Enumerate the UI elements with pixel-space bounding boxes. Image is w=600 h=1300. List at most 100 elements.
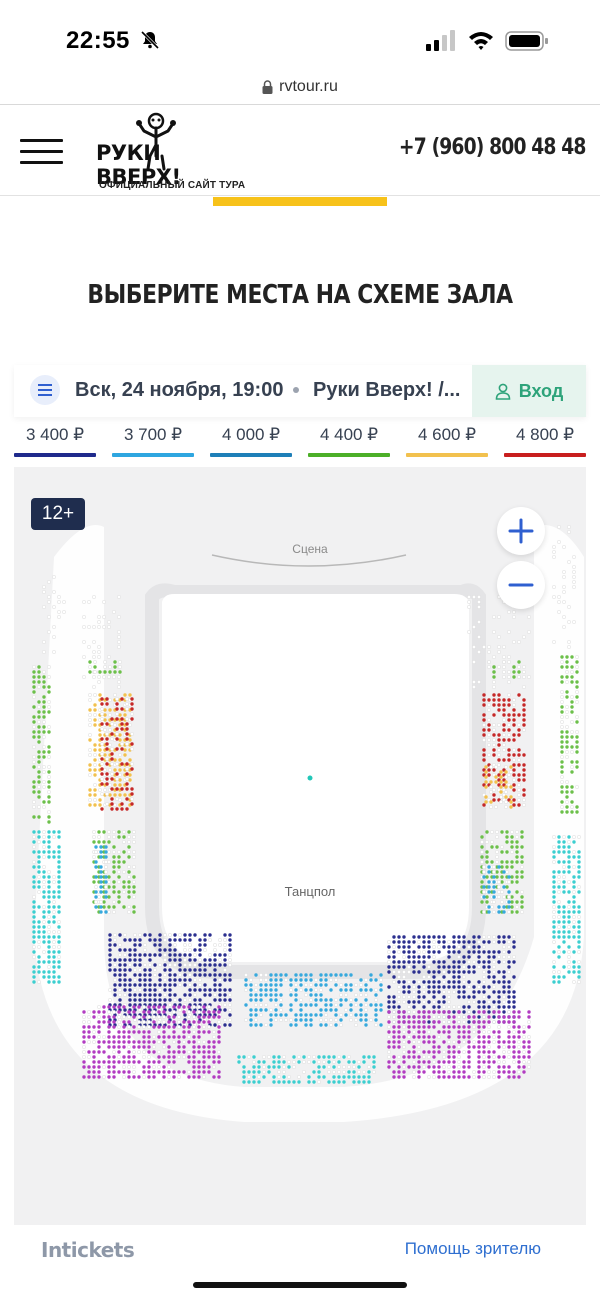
- seat[interactable]: [570, 790, 574, 794]
- seat[interactable]: [497, 990, 501, 994]
- seat[interactable]: [502, 910, 506, 914]
- seat[interactable]: [237, 1060, 241, 1064]
- seat[interactable]: [342, 1055, 346, 1059]
- seat[interactable]: [125, 807, 129, 811]
- seat[interactable]: [203, 973, 207, 977]
- seat[interactable]: [158, 983, 162, 987]
- seat[interactable]: [402, 935, 406, 939]
- seat[interactable]: [507, 905, 511, 909]
- seat[interactable]: [188, 968, 192, 972]
- seat[interactable]: [143, 973, 147, 977]
- seat[interactable]: [487, 940, 491, 944]
- seat[interactable]: [192, 1045, 196, 1049]
- seat[interactable]: [42, 925, 46, 929]
- seat[interactable]: [188, 953, 192, 957]
- seat[interactable]: [242, 1055, 246, 1059]
- seat[interactable]: [374, 1003, 378, 1007]
- seat[interactable]: [52, 830, 56, 834]
- seat[interactable]: [407, 1040, 411, 1044]
- seat[interactable]: [397, 935, 401, 939]
- seat[interactable]: [402, 940, 406, 944]
- seat[interactable]: [402, 960, 406, 964]
- seat[interactable]: [167, 1020, 171, 1024]
- seat[interactable]: [452, 945, 456, 949]
- seat[interactable]: [575, 680, 579, 684]
- seat[interactable]: [507, 748, 511, 752]
- seat[interactable]: [47, 690, 51, 694]
- seat[interactable]: [427, 945, 431, 949]
- seat[interactable]: [197, 1075, 201, 1079]
- seat[interactable]: [203, 993, 207, 997]
- seat[interactable]: [402, 1020, 406, 1024]
- seat[interactable]: [437, 980, 441, 984]
- seat[interactable]: [42, 685, 46, 689]
- seat[interactable]: [502, 1010, 506, 1014]
- seat[interactable]: [497, 698, 501, 702]
- seat[interactable]: [572, 900, 576, 904]
- seat[interactable]: [105, 702, 109, 706]
- seat[interactable]: [552, 875, 556, 879]
- seat[interactable]: [99, 870, 103, 874]
- seat[interactable]: [207, 1040, 211, 1044]
- seat[interactable]: [264, 993, 268, 997]
- seat[interactable]: [99, 910, 103, 914]
- seat[interactable]: [522, 1030, 526, 1034]
- seat[interactable]: [515, 845, 519, 849]
- seat[interactable]: [387, 1045, 391, 1049]
- seat[interactable]: [132, 905, 136, 909]
- seat[interactable]: [577, 935, 581, 939]
- seat[interactable]: [515, 900, 519, 904]
- seat[interactable]: [512, 773, 516, 777]
- seat[interactable]: [193, 983, 197, 987]
- seat[interactable]: [207, 1050, 211, 1054]
- seat[interactable]: [567, 930, 571, 934]
- seat[interactable]: [107, 1055, 111, 1059]
- seat[interactable]: [477, 1030, 481, 1034]
- seat[interactable]: [42, 755, 46, 759]
- seat[interactable]: [457, 975, 461, 979]
- seat[interactable]: [32, 730, 36, 734]
- seat[interactable]: [37, 850, 41, 854]
- seat[interactable]: [397, 980, 401, 984]
- seat[interactable]: [522, 1070, 526, 1074]
- seat[interactable]: [148, 993, 152, 997]
- seat[interactable]: [572, 875, 576, 879]
- seat[interactable]: [427, 1065, 431, 1069]
- seat[interactable]: [505, 865, 509, 869]
- seat[interactable]: [427, 970, 431, 974]
- seat[interactable]: [522, 788, 526, 792]
- seat[interactable]: [223, 988, 227, 992]
- seat[interactable]: [402, 980, 406, 984]
- seat[interactable]: [502, 990, 506, 994]
- seat[interactable]: [577, 945, 581, 949]
- seat[interactable]: [462, 1005, 466, 1009]
- seat[interactable]: [397, 1020, 401, 1024]
- seat[interactable]: [57, 850, 61, 854]
- seat[interactable]: [422, 960, 426, 964]
- seat[interactable]: [32, 930, 36, 934]
- seat[interactable]: [188, 988, 192, 992]
- seat[interactable]: [432, 970, 436, 974]
- seat[interactable]: [42, 715, 46, 719]
- seat[interactable]: [153, 983, 157, 987]
- seat[interactable]: [152, 1060, 156, 1064]
- seat[interactable]: [202, 1045, 206, 1049]
- seat[interactable]: [397, 1025, 401, 1029]
- seat[interactable]: [197, 1020, 201, 1024]
- seat[interactable]: [274, 1013, 278, 1017]
- seat[interactable]: [82, 1030, 86, 1034]
- seat[interactable]: [228, 948, 232, 952]
- seat[interactable]: [515, 875, 519, 879]
- seat[interactable]: [183, 973, 187, 977]
- seat[interactable]: [492, 950, 496, 954]
- seat[interactable]: [289, 1008, 293, 1012]
- seat[interactable]: [577, 970, 581, 974]
- seat[interactable]: [457, 950, 461, 954]
- seat[interactable]: [507, 1030, 511, 1034]
- seat[interactable]: [575, 695, 579, 699]
- seat[interactable]: [302, 1055, 306, 1059]
- seat[interactable]: [517, 1050, 521, 1054]
- seat[interactable]: [457, 1030, 461, 1034]
- seat[interactable]: [467, 1030, 471, 1034]
- seat[interactable]: [112, 1025, 116, 1029]
